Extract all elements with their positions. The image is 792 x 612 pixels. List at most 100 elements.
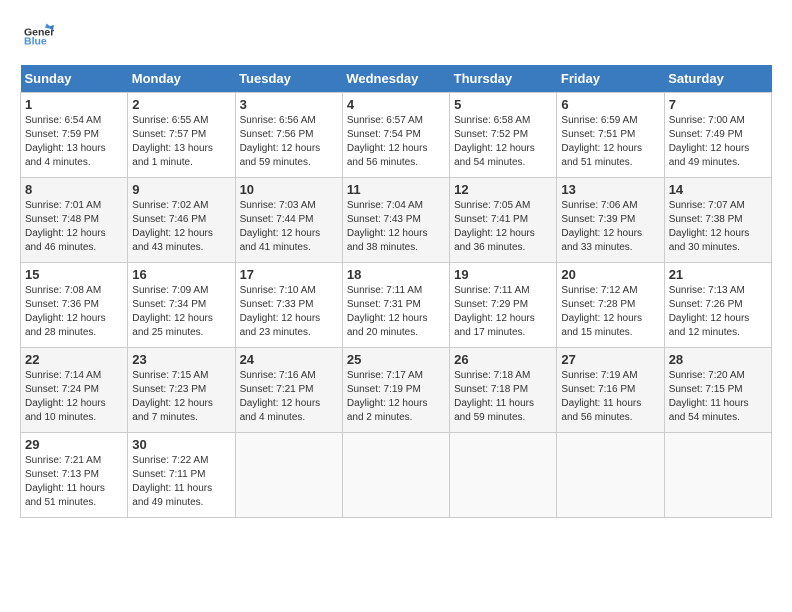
day-number: 11 <box>347 182 445 197</box>
calendar-day-cell: 16 Sunrise: 7:09 AMSunset: 7:34 PMDayligh… <box>128 263 235 348</box>
day-number: 7 <box>669 97 767 112</box>
calendar-day-cell: 2Sunrise: 6:55 AMSunset: 7:57 PMDaylight… <box>128 93 235 178</box>
day-info: Sunrise: 7:21 AMSunset: 7:13 PMDaylight:… <box>25 454 123 510</box>
calendar-day-cell: 18 Sunrise: 7:11 AMSunset: 7:31 PMDayligh… <box>342 263 449 348</box>
day-number: 26 <box>454 352 552 367</box>
calendar-day-cell <box>450 433 557 518</box>
day-number: 29 <box>25 437 123 452</box>
calendar-day-cell <box>557 433 664 518</box>
calendar-day-header: Monday <box>128 65 235 93</box>
calendar-day-cell: 8 Sunrise: 7:01 AMSunset: 7:48 PMDaylight… <box>21 178 128 263</box>
day-number: 13 <box>561 182 659 197</box>
calendar-week-row: 22 Sunrise: 7:14 AMSunset: 7:24 PMDayligh… <box>21 348 772 433</box>
calendar-day-cell: 5 Sunrise: 6:58 AMSunset: 7:52 PMDaylight… <box>450 93 557 178</box>
calendar-day-cell: 4Sunrise: 6:57 AMSunset: 7:54 PMDaylight… <box>342 93 449 178</box>
day-number: 1 <box>25 97 123 112</box>
day-number: 2 <box>132 97 230 112</box>
day-number: 27 <box>561 352 659 367</box>
calendar-day-cell: 26 Sunrise: 7:18 AMSunset: 7:18 PMDayligh… <box>450 348 557 433</box>
calendar-day-cell: 10 Sunrise: 7:03 AMSunset: 7:44 PMDayligh… <box>235 178 342 263</box>
day-number: 16 <box>132 267 230 282</box>
calendar-day-cell: 21 Sunrise: 7:13 AMSunset: 7:26 PMDayligh… <box>664 263 771 348</box>
day-info: Sunrise: 7:11 AMSunset: 7:29 PMDaylight:… <box>454 284 552 340</box>
day-info: Sunrise: 7:05 AMSunset: 7:41 PMDaylight:… <box>454 199 552 255</box>
calendar-day-header: Friday <box>557 65 664 93</box>
calendar-day-cell: 7Sunrise: 7:00 AMSunset: 7:49 PMDaylight… <box>664 93 771 178</box>
calendar-day-cell: 14 Sunrise: 7:07 AMSunset: 7:38 PMDayligh… <box>664 178 771 263</box>
calendar-header-row: SundayMondayTuesdayWednesdayThursdayFrid… <box>21 65 772 93</box>
day-number: 20 <box>561 267 659 282</box>
calendar-day-cell: 22 Sunrise: 7:14 AMSunset: 7:24 PMDayligh… <box>21 348 128 433</box>
calendar-day-cell <box>342 433 449 518</box>
day-number: 24 <box>240 352 338 367</box>
day-info: Sunrise: 7:17 AMSunset: 7:19 PMDaylight:… <box>347 369 445 425</box>
day-number: 10 <box>240 182 338 197</box>
calendar-day-cell: 15 Sunrise: 7:08 AMSunset: 7:36 PMDayligh… <box>21 263 128 348</box>
day-number: 18 <box>347 267 445 282</box>
day-info: Sunrise: 6:56 AMSunset: 7:56 PMDaylight:… <box>240 114 338 170</box>
calendar-day-cell: 20 Sunrise: 7:12 AMSunset: 7:28 PMDayligh… <box>557 263 664 348</box>
calendar-day-cell: 1 Sunrise: 6:54 AMSunset: 7:59 PMDaylight… <box>21 93 128 178</box>
day-info: Sunrise: 7:02 AMSunset: 7:46 PMDaylight:… <box>132 199 230 255</box>
day-number: 5 <box>454 97 552 112</box>
calendar-day-header: Tuesday <box>235 65 342 93</box>
calendar-week-row: 29 Sunrise: 7:21 AMSunset: 7:13 PMDayligh… <box>21 433 772 518</box>
page-header: General Blue <box>20 20 772 55</box>
calendar-day-header: Wednesday <box>342 65 449 93</box>
day-info: Sunrise: 7:07 AMSunset: 7:38 PMDaylight:… <box>669 199 767 255</box>
day-info: Sunrise: 7:15 AMSunset: 7:23 PMDaylight:… <box>132 369 230 425</box>
day-number: 22 <box>25 352 123 367</box>
calendar-day-cell: 13Sunrise: 7:06 AMSunset: 7:39 PMDayligh… <box>557 178 664 263</box>
day-number: 14 <box>669 182 767 197</box>
day-info: Sunrise: 6:54 AMSunset: 7:59 PMDaylight:… <box>25 114 123 170</box>
calendar-day-cell <box>235 433 342 518</box>
calendar-day-cell <box>664 433 771 518</box>
day-info: Sunrise: 7:13 AMSunset: 7:26 PMDaylight:… <box>669 284 767 340</box>
day-info: Sunrise: 7:04 AMSunset: 7:43 PMDaylight:… <box>347 199 445 255</box>
day-number: 23 <box>132 352 230 367</box>
day-info: Sunrise: 7:16 AMSunset: 7:21 PMDaylight:… <box>240 369 338 425</box>
day-number: 3 <box>240 97 338 112</box>
day-info: Sunrise: 7:14 AMSunset: 7:24 PMDaylight:… <box>25 369 123 425</box>
calendar-week-row: 1 Sunrise: 6:54 AMSunset: 7:59 PMDaylight… <box>21 93 772 178</box>
calendar-day-cell: 9 Sunrise: 7:02 AMSunset: 7:46 PMDaylight… <box>128 178 235 263</box>
calendar-day-cell: 19Sunrise: 7:11 AMSunset: 7:29 PMDayligh… <box>450 263 557 348</box>
logo-bird-icon: General Blue <box>24 20 54 50</box>
calendar-day-cell: 17 Sunrise: 7:10 AMSunset: 7:33 PMDayligh… <box>235 263 342 348</box>
calendar-day-cell: 27 Sunrise: 7:19 AMSunset: 7:16 PMDayligh… <box>557 348 664 433</box>
day-info: Sunrise: 7:11 AMSunset: 7:31 PMDaylight:… <box>347 284 445 340</box>
day-number: 12 <box>454 182 552 197</box>
day-number: 25 <box>347 352 445 367</box>
day-number: 21 <box>669 267 767 282</box>
day-number: 15 <box>25 267 123 282</box>
calendar-day-cell: 12 Sunrise: 7:05 AMSunset: 7:41 PMDayligh… <box>450 178 557 263</box>
day-info: Sunrise: 7:10 AMSunset: 7:33 PMDaylight:… <box>240 284 338 340</box>
calendar-day-cell: 3 Sunrise: 6:56 AMSunset: 7:56 PMDaylight… <box>235 93 342 178</box>
day-number: 30 <box>132 437 230 452</box>
day-number: 6 <box>561 97 659 112</box>
day-info: Sunrise: 7:01 AMSunset: 7:48 PMDaylight:… <box>25 199 123 255</box>
logo: General Blue <box>20 20 54 55</box>
calendar-week-row: 15 Sunrise: 7:08 AMSunset: 7:36 PMDayligh… <box>21 263 772 348</box>
day-info: Sunrise: 7:08 AMSunset: 7:36 PMDaylight:… <box>25 284 123 340</box>
day-info: Sunrise: 6:59 AMSunset: 7:51 PMDaylight:… <box>561 114 659 170</box>
day-number: 28 <box>669 352 767 367</box>
calendar-day-header: Thursday <box>450 65 557 93</box>
calendar-week-row: 8 Sunrise: 7:01 AMSunset: 7:48 PMDaylight… <box>21 178 772 263</box>
day-info: Sunrise: 7:20 AMSunset: 7:15 PMDaylight:… <box>669 369 767 425</box>
day-number: 17 <box>240 267 338 282</box>
day-info: Sunrise: 7:19 AMSunset: 7:16 PMDaylight:… <box>561 369 659 425</box>
day-info: Sunrise: 7:03 AMSunset: 7:44 PMDaylight:… <box>240 199 338 255</box>
calendar-day-cell: 11 Sunrise: 7:04 AMSunset: 7:43 PMDayligh… <box>342 178 449 263</box>
calendar-day-cell: 30Sunrise: 7:22 AMSunset: 7:11 PMDayligh… <box>128 433 235 518</box>
day-info: Sunrise: 7:12 AMSunset: 7:28 PMDaylight:… <box>561 284 659 340</box>
day-info: Sunrise: 7:09 AMSunset: 7:34 PMDaylight:… <box>132 284 230 340</box>
day-number: 9 <box>132 182 230 197</box>
svg-text:Blue: Blue <box>24 35 47 47</box>
day-info: Sunrise: 6:58 AMSunset: 7:52 PMDaylight:… <box>454 114 552 170</box>
day-number: 4 <box>347 97 445 112</box>
calendar-day-cell: 6 Sunrise: 6:59 AMSunset: 7:51 PMDaylight… <box>557 93 664 178</box>
calendar-day-header: Saturday <box>664 65 771 93</box>
day-number: 8 <box>25 182 123 197</box>
day-info: Sunrise: 7:18 AMSunset: 7:18 PMDaylight:… <box>454 369 552 425</box>
